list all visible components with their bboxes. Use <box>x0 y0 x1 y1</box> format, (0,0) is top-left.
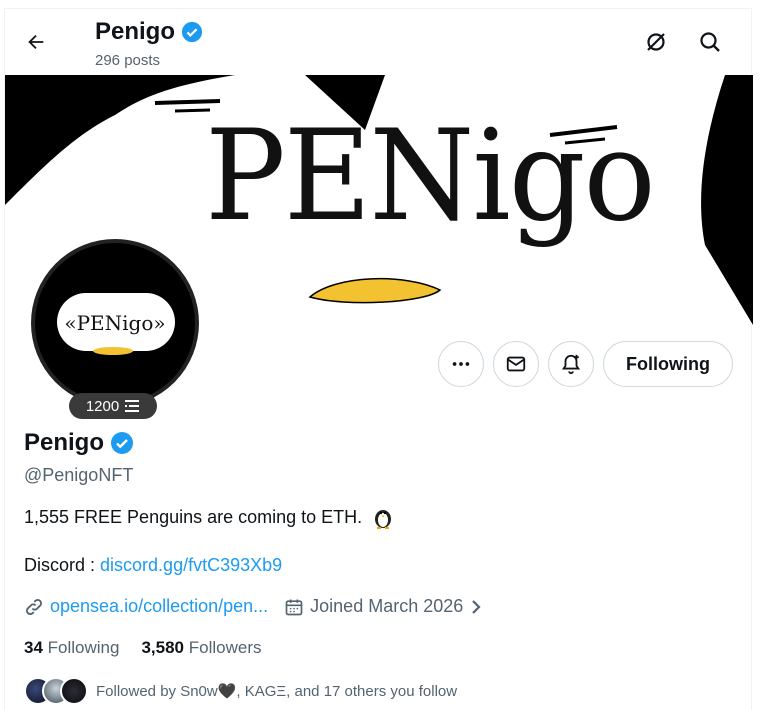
joined-date: Joined March 2026 <box>310 596 464 616</box>
avatar-beak <box>93 347 133 355</box>
followers-stat[interactable]: 3,580 Followers <box>141 638 261 658</box>
notifications-button[interactable] <box>548 341 594 387</box>
followed-by[interactable]: Followed by Sn0w🖤, KAGΞ, and 17 others y… <box>24 677 457 705</box>
profile-name: Penigo <box>24 429 105 456</box>
profile-stats: 34 Following 3,580 Followers <box>24 638 262 658</box>
following-count: 34 <box>24 638 43 657</box>
bell-plus-icon <box>561 354 581 375</box>
profile-handle: @PenigoNFT <box>24 465 134 485</box>
website-item: opensea.io/collection/pen... <box>24 596 268 617</box>
avatar-title: «PENigo» <box>64 311 166 335</box>
post-count: 296 posts <box>95 52 161 69</box>
followers-count: 3,580 <box>141 638 185 657</box>
profile-avatar[interactable]: «PENigo» <box>27 235 203 411</box>
bio-text: 1,555 FREE Penguins are coming to ETH. <box>24 506 363 527</box>
banner-title: PENigo <box>205 103 656 250</box>
followers-label: Followers <box>188 638 262 657</box>
calendar-icon <box>285 599 303 615</box>
following-stat[interactable]: 34 Following <box>24 638 119 658</box>
penguin-emoji-icon <box>375 510 392 529</box>
grok-icon <box>647 33 665 51</box>
header-title: Penigo <box>95 18 203 46</box>
search-button[interactable] <box>693 25 727 59</box>
avatar-badge: 1200 <box>69 393 157 419</box>
message-button[interactable] <box>493 341 539 387</box>
profile-bio: 1,555 FREE Penguins are coming to ETH. <box>24 505 394 529</box>
more-button[interactable] <box>438 341 484 387</box>
chevron-right-icon <box>472 599 481 614</box>
profile-page: Penigo 296 posts PENigo «PENigo» 1200 Fo… <box>4 8 753 710</box>
following-button[interactable]: Following <box>603 341 733 387</box>
follower-avatar <box>60 677 88 705</box>
verified-badge-icon <box>111 432 134 454</box>
search-icon <box>700 32 720 52</box>
list-icon <box>125 400 140 412</box>
header-name: Penigo <box>95 18 176 45</box>
arrow-left-icon <box>28 34 44 50</box>
website-link[interactable]: opensea.io/collection/pen... <box>50 596 268 617</box>
grok-button[interactable] <box>639 25 673 59</box>
discord-label: Discord : <box>24 555 101 575</box>
more-icon <box>452 362 470 366</box>
back-button[interactable] <box>19 25 53 59</box>
follower-avatars <box>24 677 88 705</box>
verified-badge-icon <box>181 21 203 43</box>
profile-name-row: Penigo <box>24 429 134 457</box>
envelope-icon <box>506 356 526 372</box>
avatar-image: «PENigo» <box>35 243 195 403</box>
following-label: Following <box>47 638 120 657</box>
profile-discord: Discord : discord.gg/fvtC393Xb9 <box>24 555 282 576</box>
discord-link[interactable]: discord.gg/fvtC393Xb9 <box>100 555 282 575</box>
avatar-badge-count: 1200 <box>85 397 120 415</box>
joined-item[interactable]: Joined March 2026 <box>284 596 483 617</box>
top-bar: Penigo 296 posts <box>5 9 753 75</box>
link-icon <box>26 598 42 615</box>
followed-by-text: Followed by Sn0w🖤, KAGΞ, and 17 others y… <box>96 683 458 700</box>
profile-meta: opensea.io/collection/pen... Joined Marc… <box>24 596 483 617</box>
